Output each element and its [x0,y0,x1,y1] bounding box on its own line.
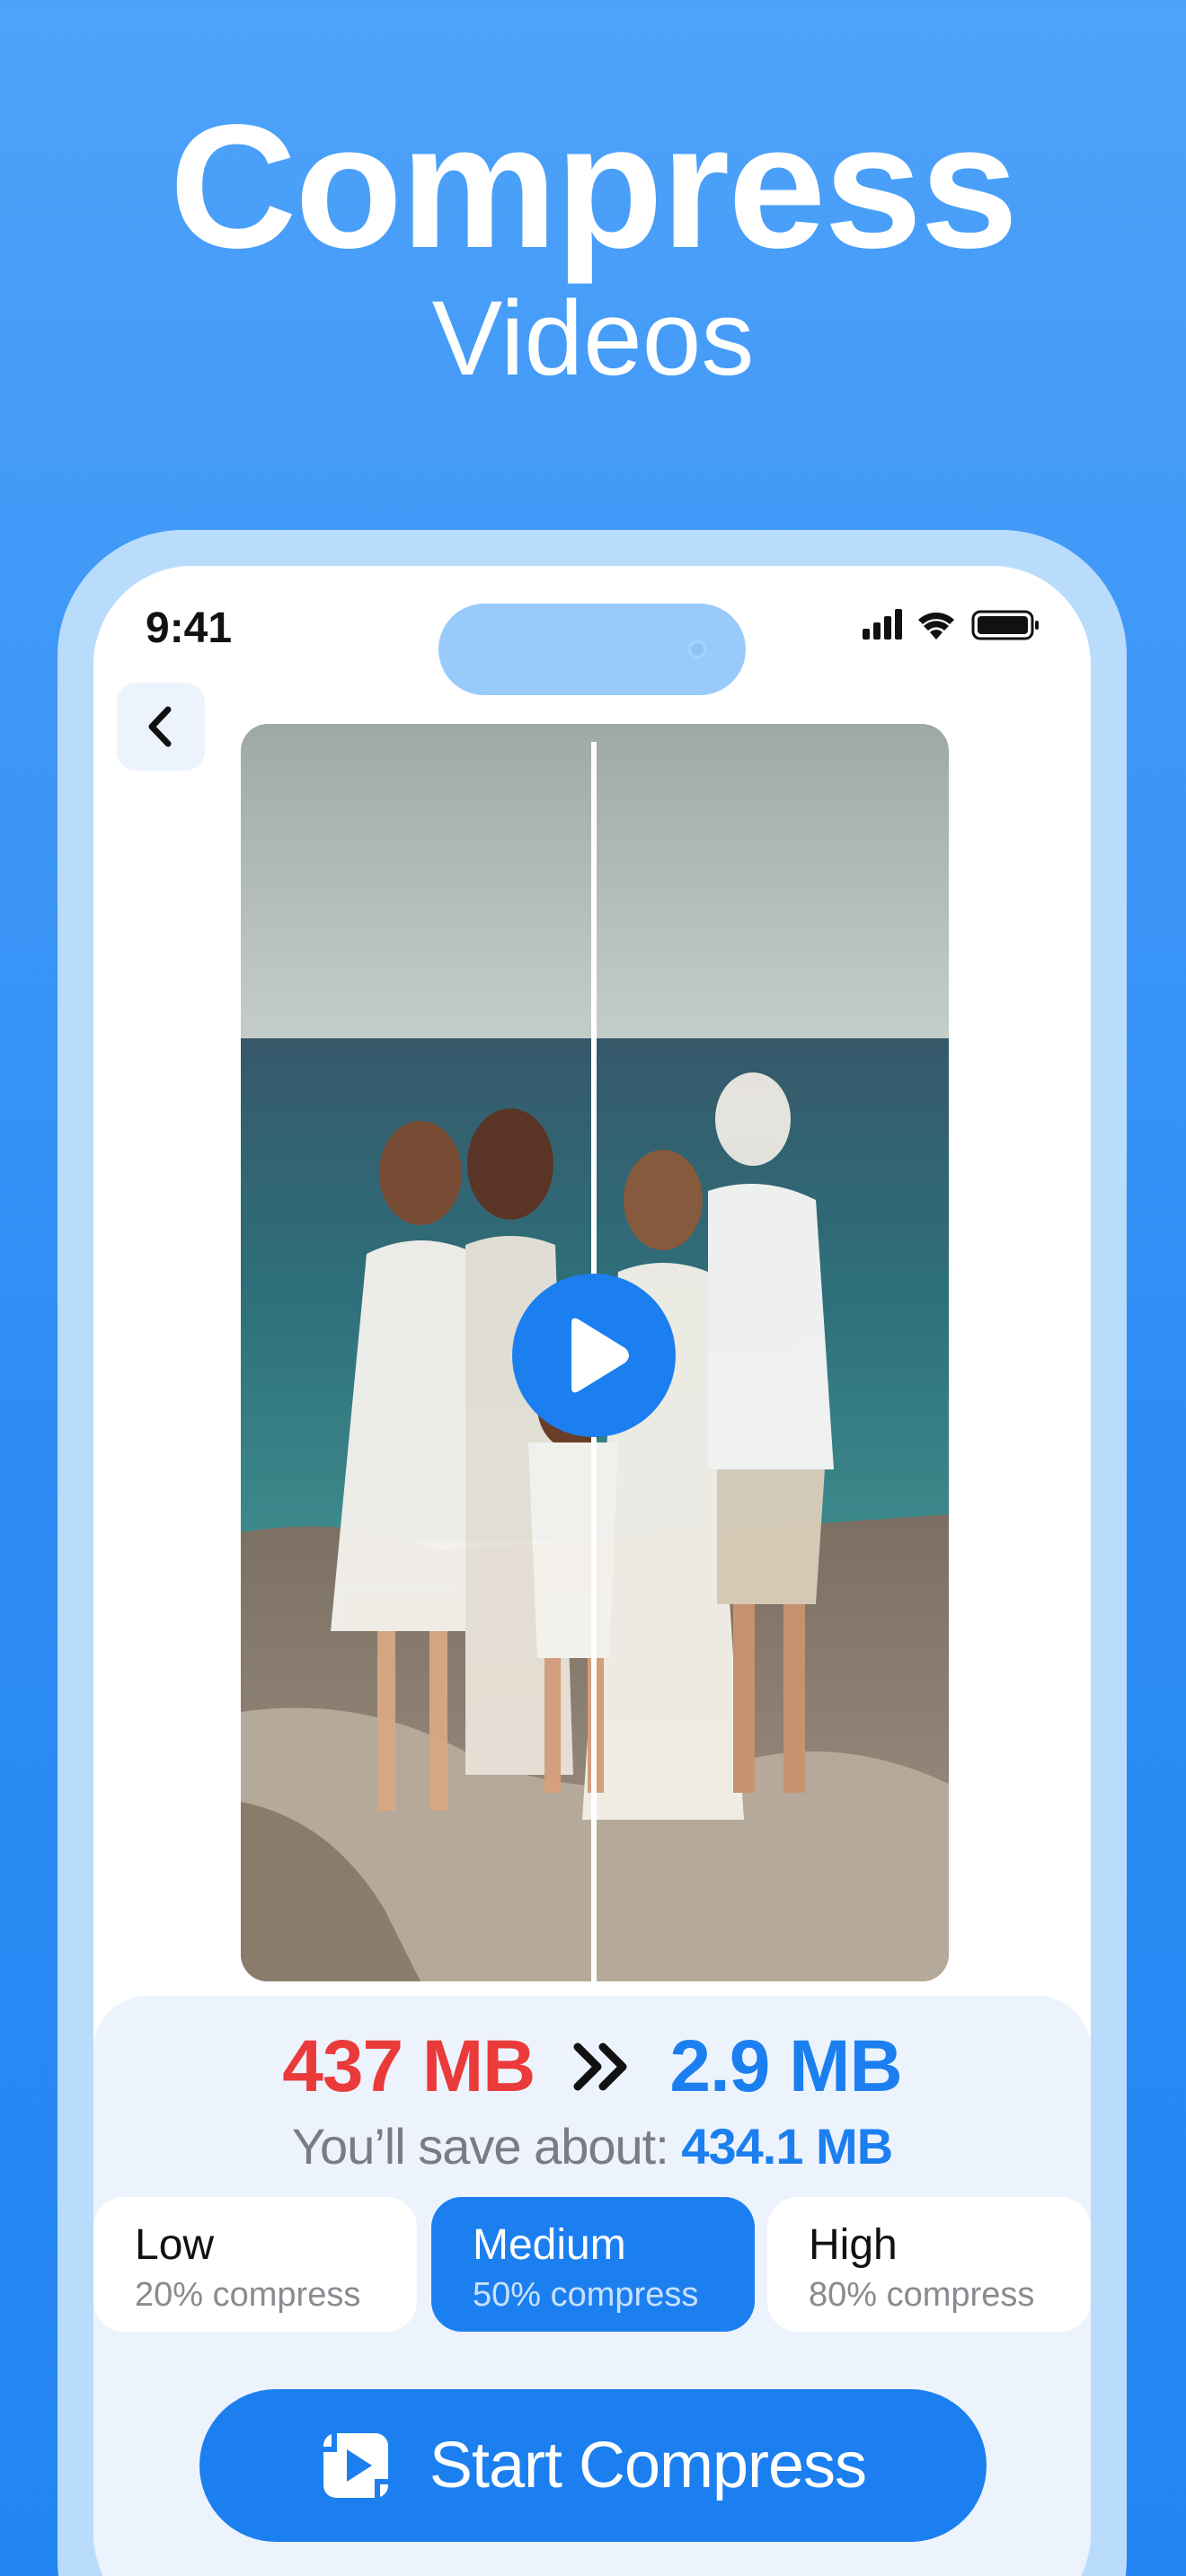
size-comparison: 437 MB 2.9 MB [93,2030,1091,2104]
option-desc: 50% compress [473,2276,699,2314]
signal-icon [863,609,902,640]
option-name: High [809,2221,898,2269]
back-button[interactable] [117,683,205,771]
status-time: 9:41 [146,604,233,652]
size-after: 2.9 MB [669,2025,902,2107]
option-high[interactable]: High 80% compress [767,2197,1091,2332]
double-chevron-right-icon [573,2042,627,2091]
start-compress-button[interactable]: Start Compress [199,2389,987,2542]
compression-options: Low 20% compress Medium 50% compress Hig… [93,2197,1091,2332]
save-prefix: You’ll save about: [291,2118,669,2175]
savings-text: You’ll save about: 434.1 MB [93,2122,1091,2172]
start-compress-label: Start Compress [429,2430,867,2501]
compress-video-icon [323,2433,388,2498]
option-name: Medium [473,2221,626,2269]
option-medium[interactable]: Medium 50% compress [431,2197,755,2332]
compression-panel: 437 MB 2.9 MB You’ll save about: 434.1 M… [93,1996,1091,2576]
status-icons [863,609,1039,640]
size-before: 437 MB [282,2025,535,2107]
option-desc: 80% compress [809,2276,1035,2314]
video-preview[interactable] [241,724,949,1981]
dynamic-island [438,604,746,695]
option-desc: 20% compress [135,2276,361,2314]
play-button[interactable] [512,1274,676,1437]
option-low[interactable]: Low 20% compress [93,2197,417,2332]
hero-title: Compress [169,88,1019,285]
hero-subtitle: Videos [431,279,755,398]
chevron-left-icon [148,706,172,747]
phone-screen: 9:41 437 MB 2.9 MB You’ll save about: 43… [93,566,1091,2576]
battery-icon [971,610,1039,640]
save-value: 434.1 MB [681,2118,893,2175]
option-name: Low [135,2221,215,2269]
play-icon [571,1318,629,1393]
camera-dot [688,640,706,658]
wifi-icon [918,613,954,640]
